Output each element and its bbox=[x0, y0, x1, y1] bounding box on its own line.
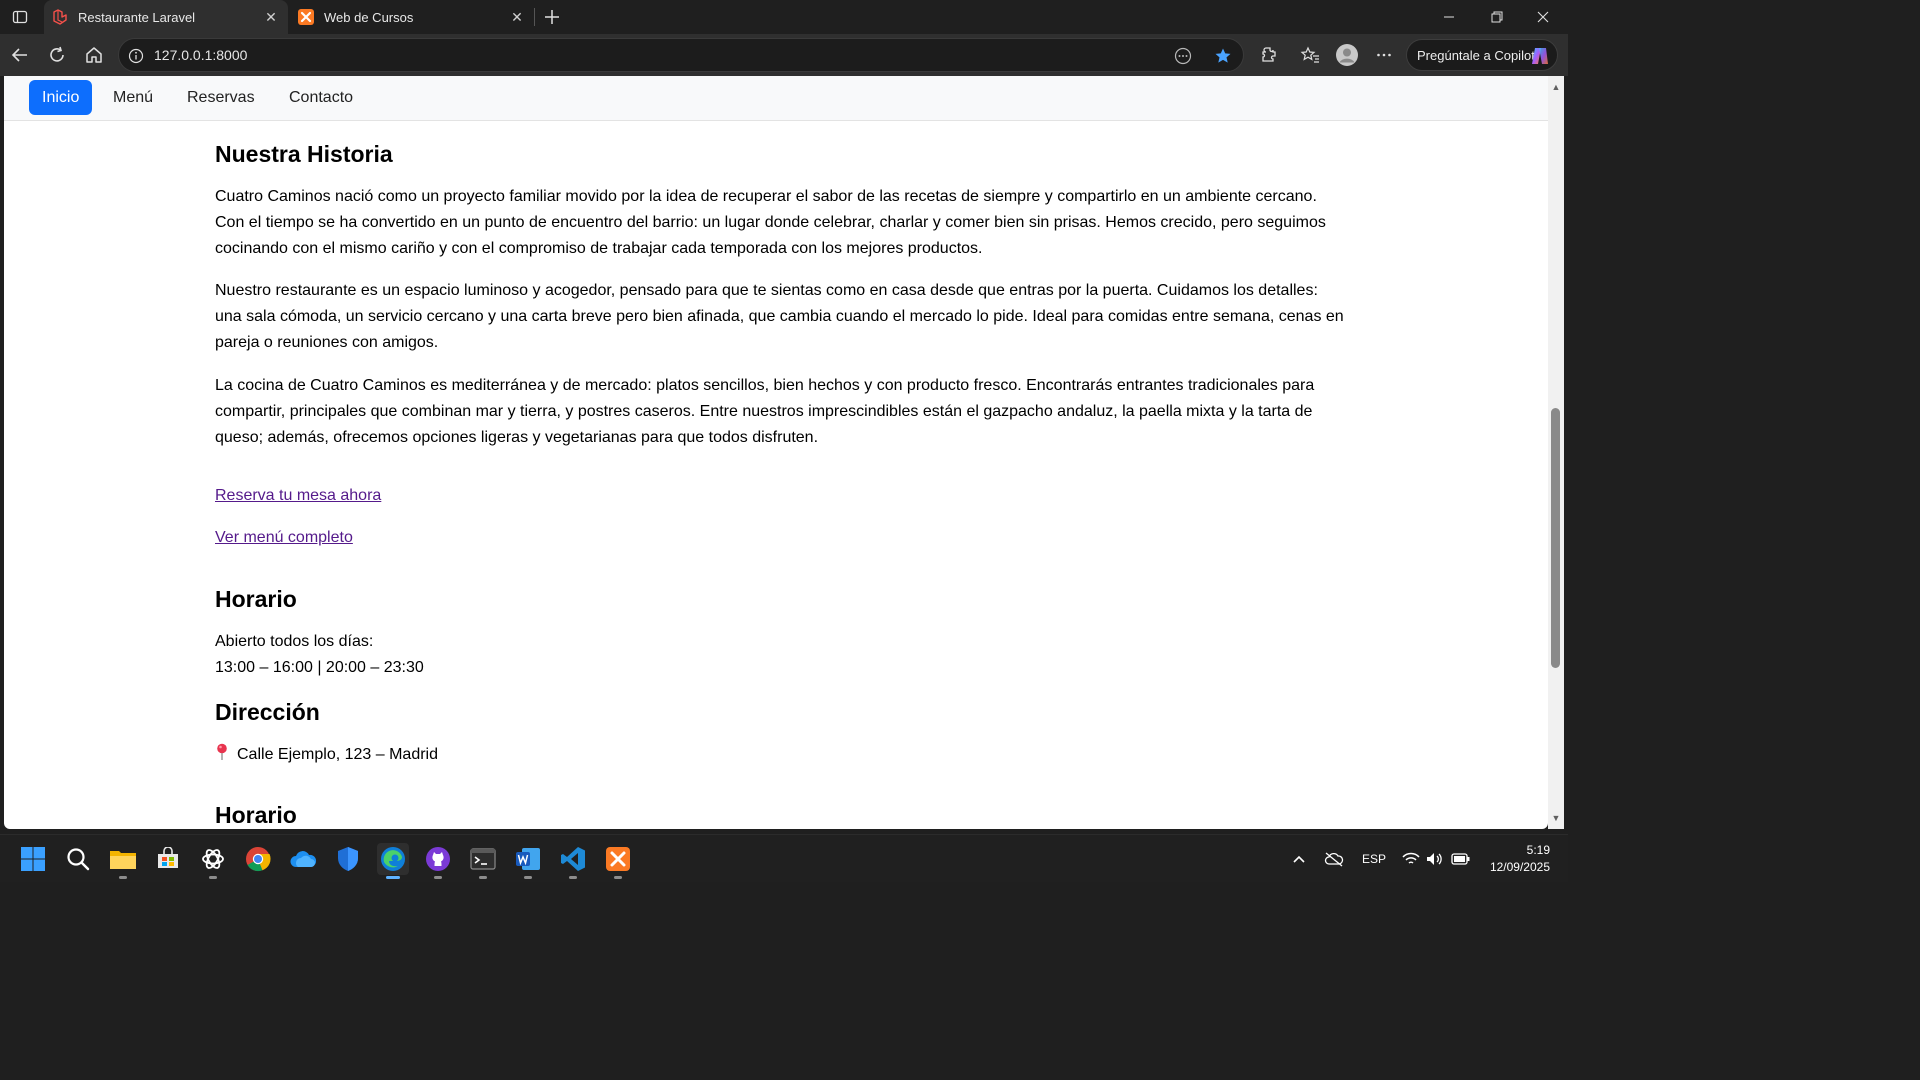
horario-line-2: 13:00 – 16:00 | 20:00 – 23:30 bbox=[215, 659, 424, 676]
running-indicator bbox=[209, 876, 217, 879]
vscode-icon[interactable] bbox=[557, 843, 589, 879]
store-icon[interactable] bbox=[152, 843, 184, 875]
copilot-icon bbox=[1532, 48, 1548, 64]
running-indicator bbox=[119, 876, 127, 879]
system-clock[interactable]: 5:19 12/09/2025 bbox=[1490, 842, 1550, 876]
minimize-icon[interactable] bbox=[1426, 0, 1472, 34]
reload-icon[interactable] bbox=[41, 39, 73, 71]
chatgpt-icon[interactable] bbox=[197, 843, 229, 879]
xampp-icon[interactable] bbox=[602, 843, 634, 879]
tab-title: Web de Cursos bbox=[324, 9, 414, 25]
clock-date: 12/09/2025 bbox=[1489, 860, 1550, 874]
scroll-up-icon[interactable]: ▲ bbox=[1551, 82, 1561, 92]
file-explorer-icon[interactable] bbox=[107, 843, 139, 879]
close-tab-icon[interactable]: ✕ bbox=[262, 8, 280, 26]
close-window-icon[interactable] bbox=[1520, 0, 1566, 34]
historia-heading: Nuestra Historia bbox=[215, 141, 393, 167]
word-icon[interactable] bbox=[512, 843, 544, 879]
windows-taskbar: ESP 5:19 12/09/2025 bbox=[0, 834, 1568, 882]
chrome-icon[interactable] bbox=[242, 843, 274, 875]
running-indicator bbox=[479, 876, 487, 879]
tab-actions-icon[interactable] bbox=[8, 6, 32, 28]
search-icon[interactable] bbox=[62, 843, 94, 875]
onedrive-icon[interactable] bbox=[287, 843, 319, 875]
github-icon[interactable] bbox=[422, 843, 454, 879]
battery-icon[interactable] bbox=[1451, 835, 1471, 883]
scrollbar-thumb[interactable] bbox=[1551, 408, 1560, 668]
tab-divider bbox=[534, 8, 535, 26]
nav-inicio[interactable]: Inicio bbox=[29, 80, 93, 115]
copilot-button[interactable]: Pregúntale a Copilot bbox=[1406, 39, 1558, 71]
volume-icon[interactable] bbox=[1426, 835, 1444, 883]
xampp-icon bbox=[298, 9, 314, 25]
direccion-heading: Dirección bbox=[215, 699, 320, 725]
edge-icon[interactable] bbox=[377, 843, 409, 879]
address-text: Calle Ejemplo, 123 – Madrid bbox=[237, 746, 438, 763]
horario-heading: Horario bbox=[215, 586, 297, 612]
historia-paragraph-2: Nuestro restaurante es un espacio lumino… bbox=[215, 282, 1344, 351]
url-text: 127.0.0.1:8000 bbox=[154, 47, 248, 63]
horario-line-1: Abierto todos los días: bbox=[215, 633, 374, 650]
close-tab-icon[interactable]: ✕ bbox=[508, 8, 526, 26]
onedrive-offline-icon[interactable] bbox=[1324, 835, 1344, 883]
running-indicator bbox=[614, 876, 622, 879]
language-indicator[interactable]: ESP bbox=[1362, 835, 1386, 883]
reserva-link[interactable]: Reserva tu mesa ahora bbox=[215, 487, 381, 505]
address-bar[interactable]: 127.0.0.1:8000 bbox=[118, 38, 1244, 72]
running-indicator bbox=[434, 876, 442, 879]
back-icon[interactable] bbox=[4, 39, 36, 71]
page-viewport: Inicio Menú Reservas Contacto Nuestra Hi… bbox=[4, 76, 1548, 829]
tab-restaurante-laravel[interactable]: Restaurante Laravel ✕ bbox=[44, 0, 288, 34]
wifi-icon[interactable] bbox=[1402, 835, 1420, 883]
extensions-icon[interactable] bbox=[1253, 39, 1285, 71]
tab-title: Restaurante Laravel bbox=[78, 9, 196, 25]
browser-tab-bar: Restaurante Laravel ✕ Web de Cursos ✕ bbox=[0, 0, 1568, 34]
favorite-star-icon[interactable] bbox=[1213, 46, 1233, 66]
defender-icon[interactable] bbox=[332, 843, 364, 875]
horario-heading-2: Horario bbox=[215, 802, 297, 828]
laravel-icon bbox=[52, 9, 68, 25]
tab-web-de-cursos[interactable]: Web de Cursos ✕ bbox=[290, 0, 534, 34]
clock-time: 5:19 bbox=[1526, 843, 1550, 857]
site-info-icon[interactable] bbox=[127, 47, 145, 65]
direccion-line: Calle Ejemplo, 123 – Madrid bbox=[215, 742, 1345, 768]
more-options-circle-icon[interactable] bbox=[1173, 46, 1193, 66]
new-tab-icon[interactable] bbox=[540, 5, 564, 29]
settings-more-icon[interactable] bbox=[1368, 39, 1400, 71]
terminal-icon[interactable] bbox=[467, 843, 499, 879]
scroll-down-icon[interactable]: ▼ bbox=[1551, 813, 1561, 823]
historia-paragraph-3: La cocina de Cuatro Caminos es mediterrá… bbox=[215, 377, 1315, 446]
nav-menu[interactable]: Menú bbox=[100, 80, 166, 115]
running-indicator bbox=[524, 876, 532, 879]
page-scrollbar[interactable]: ▲ ▼ bbox=[1548, 76, 1564, 829]
restore-icon[interactable] bbox=[1474, 0, 1520, 34]
running-indicator bbox=[569, 876, 577, 879]
historia-paragraph-1: Cuatro Caminos nació como un proyecto fa… bbox=[215, 188, 1326, 257]
browser-toolbar: 127.0.0.1:8000 Pregúntale a Copilot bbox=[0, 34, 1568, 76]
show-hidden-icons[interactable] bbox=[1292, 835, 1306, 883]
windows-start-icon[interactable] bbox=[17, 843, 49, 875]
profile-avatar-icon[interactable] bbox=[1331, 39, 1363, 71]
nav-reservas[interactable]: Reservas bbox=[174, 80, 268, 115]
menu-link[interactable]: Ver menú completo bbox=[215, 529, 353, 547]
home-icon[interactable] bbox=[78, 39, 110, 71]
active-indicator bbox=[386, 876, 400, 879]
favorites-icon[interactable] bbox=[1294, 39, 1326, 71]
nav-contacto[interactable]: Contacto bbox=[276, 80, 366, 115]
location-pin-icon bbox=[217, 743, 227, 760]
site-navbar: Inicio Menú Reservas Contacto bbox=[4, 76, 1548, 121]
copilot-label: Pregúntale a Copilot bbox=[1417, 47, 1535, 63]
